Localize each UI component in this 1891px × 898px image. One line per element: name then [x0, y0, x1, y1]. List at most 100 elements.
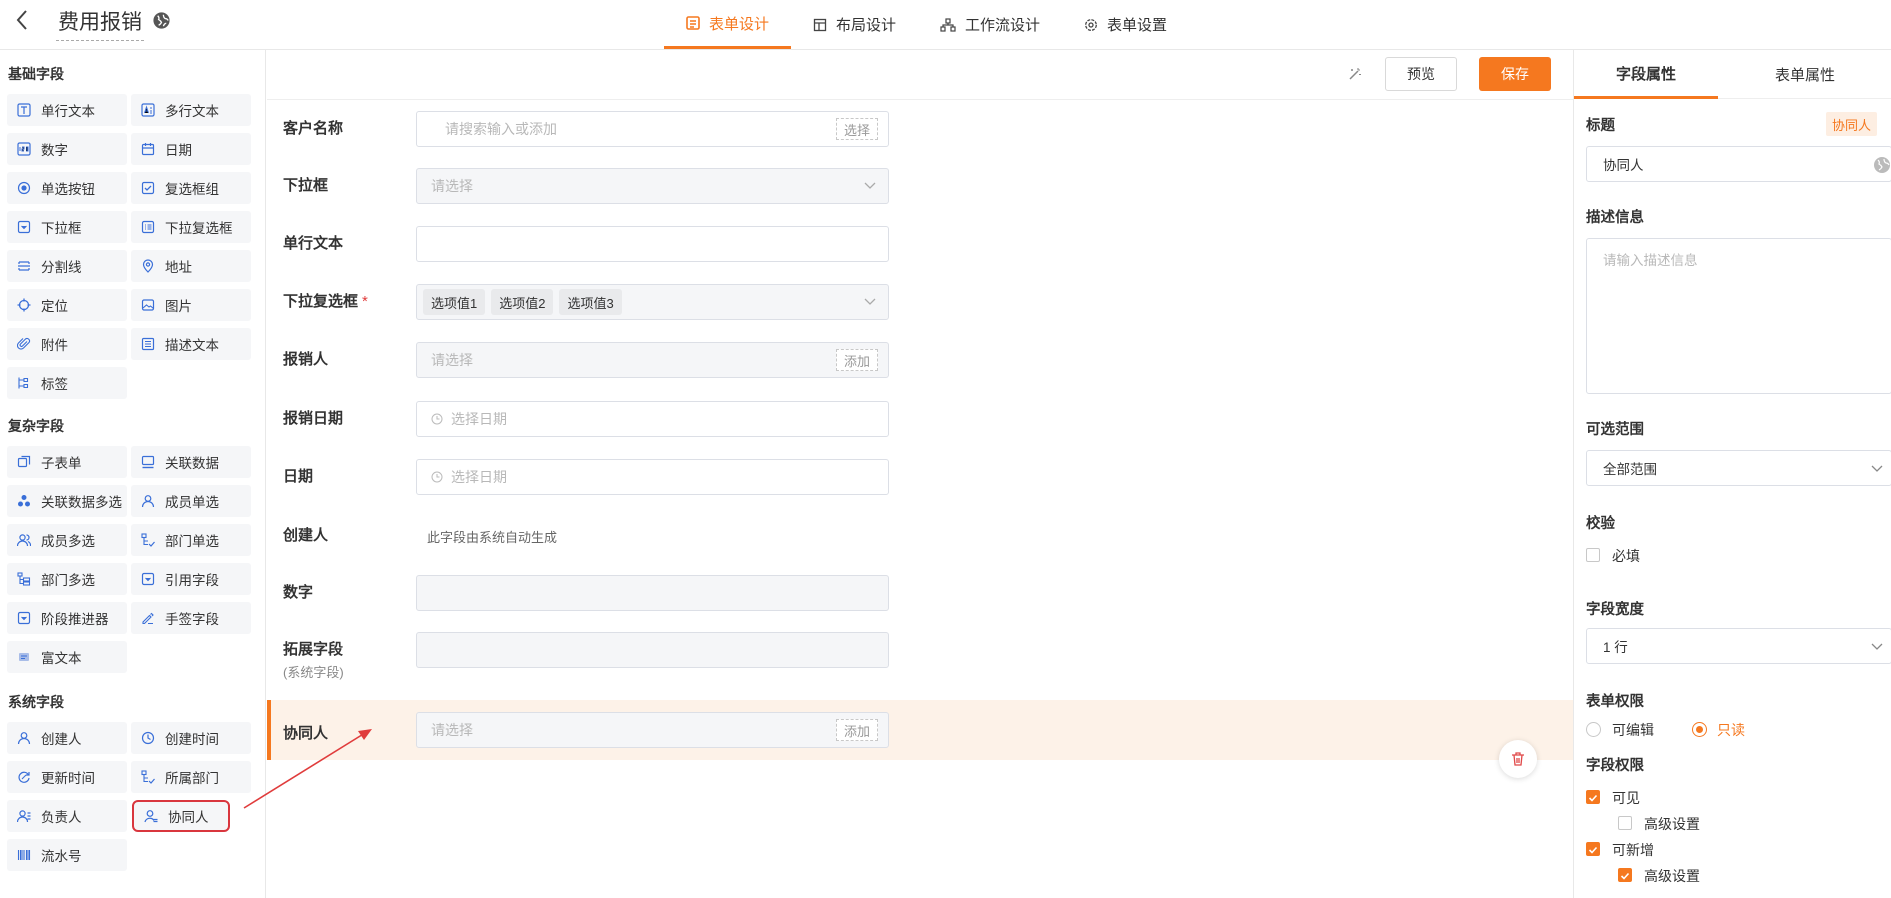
palette-item[interactable]: 描述文本	[131, 328, 251, 360]
title-input[interactable]: 协同人	[1586, 146, 1891, 182]
add-button[interactable]: 添加	[835, 349, 878, 371]
palette-item[interactable]: 富文本	[7, 641, 127, 673]
required-checkbox[interactable]	[1586, 548, 1600, 562]
radio-icon	[17, 181, 31, 195]
palette-item[interactable]: 流水号	[7, 839, 127, 871]
addable-checkbox-label: 可新增	[1612, 842, 1654, 858]
check-icon	[1588, 846, 1598, 854]
palette-item[interactable]: 单选按钮	[7, 172, 127, 204]
palette-item[interactable]: 协同人	[132, 800, 230, 832]
preview-button[interactable]: 预览	[1385, 57, 1457, 91]
field-label-claim-date: 报销日期	[283, 410, 344, 427]
palette-item-label: 描述文本	[165, 338, 219, 353]
richtext-icon	[19, 653, 29, 661]
delete-field-button[interactable]	[1499, 740, 1537, 778]
field-label-customer: 客户名称	[283, 120, 344, 137]
description-textarea[interactable]: 请输入描述信息	[1586, 238, 1891, 394]
palette-item[interactable]: 负责人	[7, 800, 127, 832]
globe-icon[interactable]	[1873, 156, 1891, 174]
palette-item[interactable]: 下拉复选框	[131, 211, 251, 243]
save-button[interactable]: 保存	[1479, 57, 1551, 91]
extension-input[interactable]	[416, 632, 889, 668]
required-mark: *	[362, 293, 368, 310]
palette-item[interactable]: 标签	[7, 367, 127, 399]
customer-input[interactable]: 请搜索输入或添加 选择	[416, 111, 889, 147]
palette-item[interactable]: 成员单选	[131, 485, 251, 517]
palette-item[interactable]: 单行文本	[7, 94, 127, 126]
collaborator-input[interactable]: 请选择 添加	[416, 712, 889, 748]
palette-item[interactable]: 阶段推进器	[7, 602, 127, 634]
visible-checkbox[interactable]	[1586, 790, 1600, 804]
dropdown-select[interactable]: 请选择	[416, 168, 889, 204]
date-picker[interactable]: 选择日期	[416, 459, 889, 495]
palette-item[interactable]: 子表单	[7, 446, 127, 478]
editable-radio[interactable]	[1586, 722, 1601, 737]
tab-workflow-design[interactable]: 工作流设计	[918, 0, 1062, 49]
number-icon	[17, 142, 31, 156]
palette-item[interactable]: 更新时间	[7, 761, 127, 793]
palette-item[interactable]: 关联数据	[131, 446, 251, 478]
palette-item[interactable]: 部门多选	[7, 563, 127, 595]
range-select[interactable]: 全部范围	[1586, 450, 1891, 486]
tab-form-settings[interactable]: 表单设置	[1062, 0, 1189, 49]
palette-item[interactable]: 分割线	[7, 250, 127, 282]
palette-item[interactable]: 多行文本	[131, 94, 251, 126]
number-input[interactable]	[416, 575, 889, 611]
addable-checkbox[interactable]	[1586, 842, 1600, 856]
dropdown-multi-icon	[141, 220, 155, 234]
palette-item-label: 成员多选	[41, 534, 95, 549]
palette-item[interactable]: 复选框组	[131, 172, 251, 204]
chevron-down-icon	[1871, 465, 1883, 472]
palette-item[interactable]: 日期	[131, 133, 251, 165]
palette-item[interactable]: 引用字段	[131, 563, 251, 595]
palette-item[interactable]: 数字	[7, 133, 127, 165]
palette-item[interactable]: 创建人	[7, 722, 127, 754]
tab-layout-design[interactable]: 布局设计	[791, 0, 918, 49]
palette-item[interactable]: 地址	[131, 250, 251, 282]
single-text-input[interactable]	[416, 226, 889, 262]
palette-item[interactable]: 图片	[131, 289, 251, 321]
visible-advanced-checkbox[interactable]	[1618, 816, 1632, 830]
palette-item[interactable]: 部门单选	[131, 524, 251, 556]
palette-item-label: 日期	[165, 143, 192, 158]
select-button[interactable]: 选择	[835, 118, 878, 140]
addable-advanced-checkbox[interactable]	[1618, 868, 1632, 882]
palette-item[interactable]: 关联数据多选	[7, 485, 127, 517]
palette-item-label: 下拉复选框	[165, 221, 233, 236]
input-value: 协同人	[1603, 158, 1644, 173]
palette-item-label: 关联数据多选	[41, 495, 122, 510]
workflow-icon	[940, 17, 956, 32]
palette-item-label: 协同人	[168, 810, 209, 825]
claim-date-picker[interactable]: 选择日期	[416, 401, 889, 437]
tab-field-properties[interactable]: 字段属性	[1574, 50, 1718, 99]
dept-multi-icon	[17, 572, 31, 586]
dropdown-multi-select[interactable]: 选项值1 选项值2 选项值3	[416, 284, 889, 320]
readonly-radio[interactable]	[1692, 722, 1707, 737]
tag-icon	[18, 377, 29, 389]
claimant-input[interactable]: 请选择 添加	[416, 342, 889, 378]
palette-item[interactable]: 附件	[7, 328, 127, 360]
tab-form-properties[interactable]: 表单属性	[1718, 50, 1891, 99]
title-label: 标题	[1586, 118, 1615, 134]
subform-icon	[17, 455, 31, 468]
app-title[interactable]: 费用报销	[56, 6, 144, 41]
magic-wand-icon[interactable]	[1347, 66, 1363, 82]
option-tag: 选项值3	[559, 289, 622, 315]
group-title-system: 系统字段	[8, 694, 64, 710]
palette-item[interactable]: 下拉框	[7, 211, 127, 243]
palette-item-label: 附件	[41, 338, 68, 353]
palette-item-label: 创建时间	[165, 732, 219, 747]
addable-advanced-label: 高级设置	[1644, 868, 1700, 884]
palette-item[interactable]: 创建时间	[131, 722, 251, 754]
palette-item[interactable]: 成员多选	[7, 524, 127, 556]
crosshair-icon	[17, 298, 31, 312]
palette-item[interactable]: 所属部门	[131, 761, 251, 793]
back-icon[interactable]	[14, 8, 36, 36]
field-width-select[interactable]: 1 行	[1586, 628, 1891, 664]
add-button[interactable]: 添加	[835, 719, 878, 741]
tab-form-design[interactable]: 表单设计	[664, 0, 792, 49]
palette-item[interactable]: 手签字段	[131, 602, 251, 634]
globe-icon[interactable]	[152, 11, 171, 30]
check-icon	[1588, 794, 1598, 802]
palette-item[interactable]: 定位	[7, 289, 127, 321]
